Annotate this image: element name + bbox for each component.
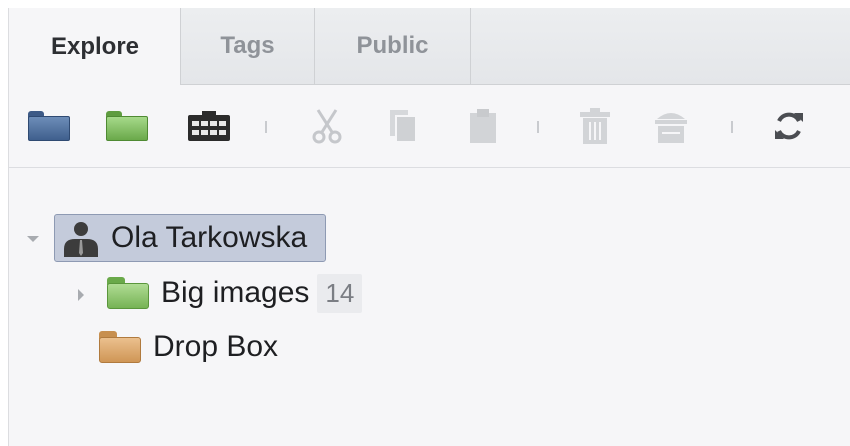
cut-icon xyxy=(312,109,342,144)
tree-node-drop-box[interactable]: Drop Box xyxy=(99,325,278,369)
paste-icon xyxy=(470,109,496,143)
tree-node-user[interactable]: Ola Tarkowska xyxy=(54,214,326,262)
refresh-icon xyxy=(775,112,803,140)
tree-node-big-images[interactable]: Big images 14 xyxy=(107,271,363,315)
toolbar-separator xyxy=(537,121,539,133)
user-icon xyxy=(64,222,98,257)
empty-trash-icon xyxy=(655,113,687,143)
tree-view: Ola Tarkowska Big images 14 Drop Box xyxy=(9,168,850,446)
child-count-badge: 14 xyxy=(317,273,363,313)
copy-icon xyxy=(390,110,417,143)
empty-trash-button[interactable] xyxy=(651,109,691,143)
file-browser-panel: Explore Tags Public Ola Tarkowska Big im… xyxy=(8,8,850,446)
film-strip-icon xyxy=(188,111,230,141)
dataset-name-label: Big images xyxy=(161,276,310,309)
folder-name-label: Drop Box xyxy=(153,330,279,363)
green-folder-icon xyxy=(107,277,149,309)
collapse-arrow-icon[interactable] xyxy=(27,236,39,242)
green-folder-icon xyxy=(106,111,148,141)
toolbar-separator xyxy=(731,121,733,133)
tab-tags[interactable]: Tags xyxy=(181,8,315,84)
new-screen-button[interactable] xyxy=(187,109,231,143)
new-dataset-button[interactable] xyxy=(105,109,149,143)
toolbar-separator xyxy=(265,121,267,133)
trash-icon xyxy=(580,108,610,144)
delete-button[interactable] xyxy=(575,108,615,144)
refresh-button[interactable] xyxy=(769,109,809,143)
paste-button[interactable] xyxy=(463,109,503,143)
copy-button[interactable] xyxy=(383,109,423,143)
blue-folder-icon xyxy=(28,111,70,141)
cut-button[interactable] xyxy=(307,109,347,144)
orange-folder-icon xyxy=(99,331,141,363)
tab-public[interactable]: Public xyxy=(315,8,471,84)
tab-explore[interactable]: Explore xyxy=(9,8,181,85)
expand-arrow-icon[interactable] xyxy=(78,289,84,301)
new-project-button[interactable] xyxy=(27,109,71,143)
tab-bar: Explore Tags Public xyxy=(9,8,850,85)
toolbar xyxy=(9,85,850,168)
user-name-label: Ola Tarkowska xyxy=(111,221,308,254)
